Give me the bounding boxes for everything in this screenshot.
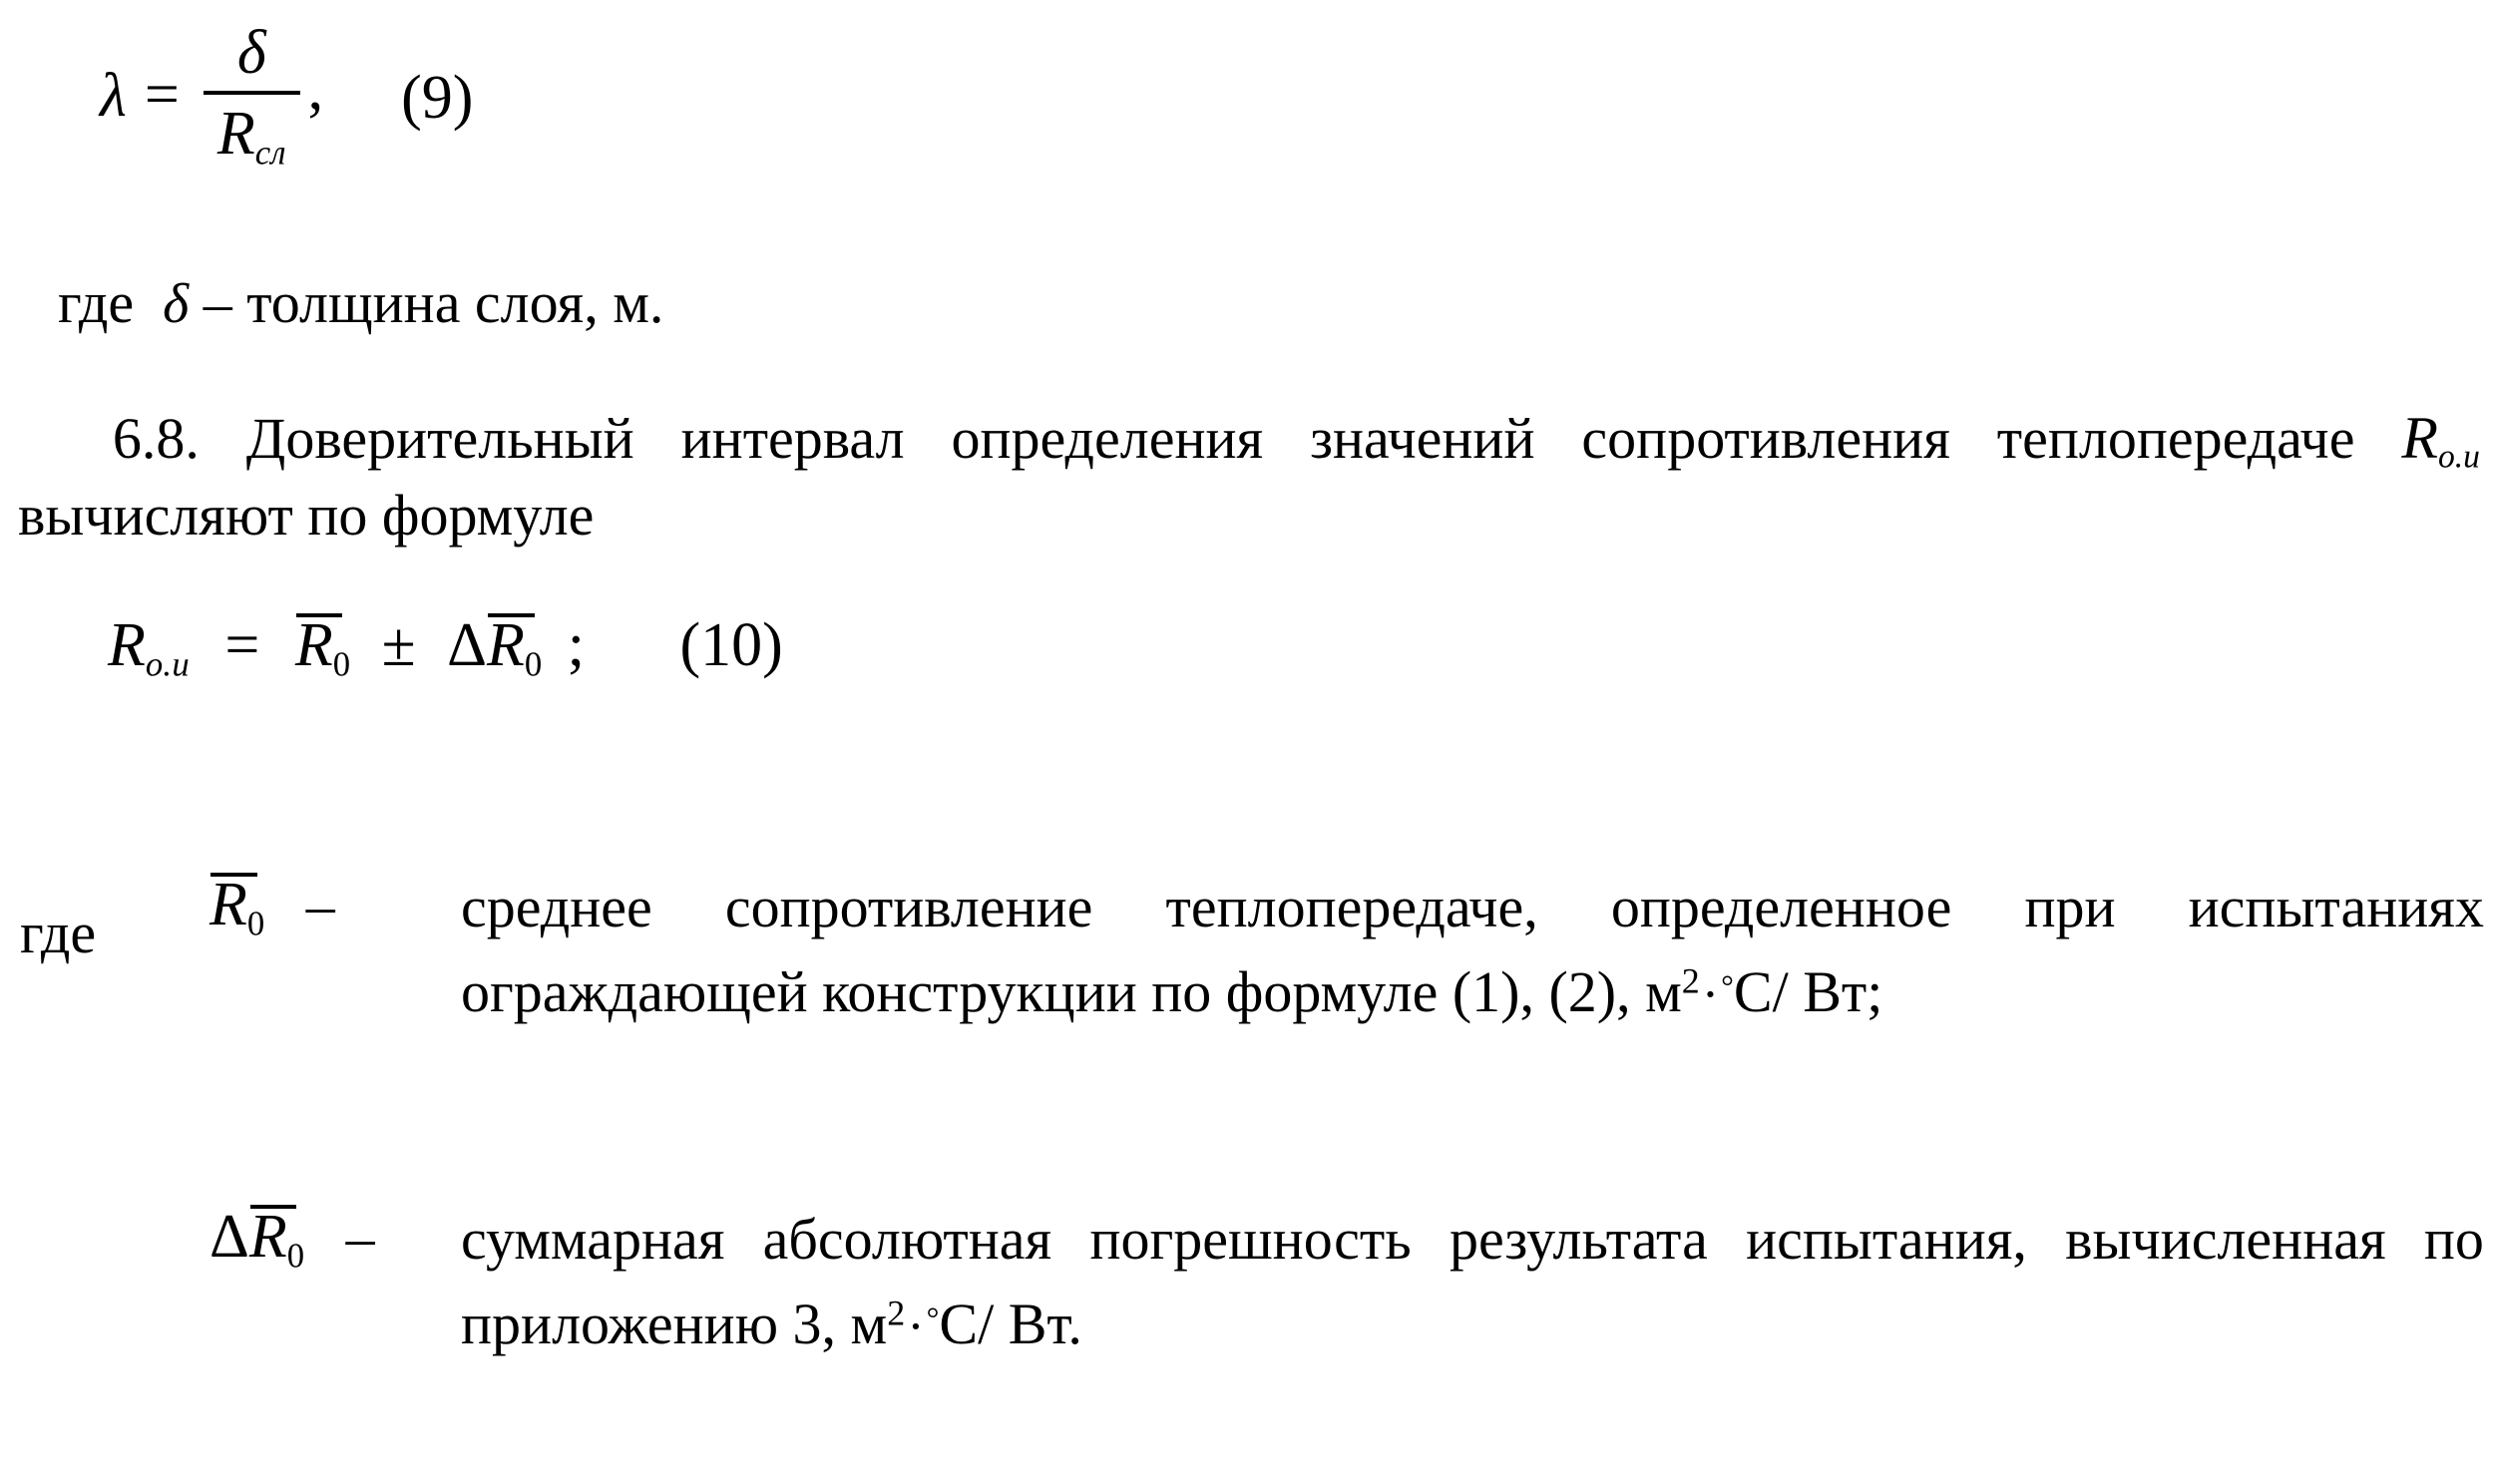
clause-word-5: теплопередаче — [1996, 406, 2355, 471]
formula-10-delta: Δ — [447, 611, 487, 679]
definition-word-5: вычисленная — [2065, 1207, 2386, 1272]
definition-line-2: приложению 3, м2·°С/ Вт. — [461, 1287, 2484, 1361]
clause-6-8-line-1: 6.8. Доверительный интервал определения … — [18, 405, 2480, 476]
formula-9-equals: = — [144, 61, 180, 130]
where-delta-symbol: δ — [163, 273, 190, 335]
formula-9-denominator: Rсл — [216, 100, 286, 173]
definition-symbol-subscript: 0 — [246, 904, 265, 943]
definition-line-2-text: ограждающей конструкции по формуле (1), … — [461, 959, 1682, 1025]
definition-body: суммарная абсолютная погрешность результ… — [461, 1202, 2484, 1362]
definition-unit: 2·°С/ Вт. — [887, 1292, 1082, 1356]
formula-10-plus-minus: ± — [381, 611, 416, 679]
formula-10-mean-subscript: 0 — [332, 644, 351, 684]
definition-word-6: по — [2423, 1207, 2484, 1272]
clause-symbol-subscript: о.и — [2438, 438, 2480, 476]
unit-degree-sign: ° — [1721, 968, 1734, 1004]
clause-word-1: интервал — [680, 406, 905, 471]
unit-watt: Вт; — [1803, 959, 1883, 1025]
definition-unit: 2·°С/ Вт; — [1682, 959, 1883, 1024]
definition-word-3: определенное — [1610, 875, 1952, 939]
definition-symbol-subscript: 0 — [286, 1236, 305, 1276]
definition-word-1: абсолютная — [762, 1207, 1052, 1272]
formula-10-lhs: Rо.и — [108, 611, 190, 684]
clause-symbol-R: Rо.и — [2401, 405, 2480, 476]
formula-10: Rо.и = R0 ± Δ R0 ; (10) — [108, 610, 783, 682]
formula-10-equals: = — [224, 611, 260, 679]
unit-dot: · — [907, 1298, 925, 1356]
definition-dash: – — [345, 1205, 375, 1270]
formula-10-lhs-subscript: о.и — [145, 644, 190, 684]
definition-line-1: суммарная абсолютная погрешность результ… — [461, 1202, 2484, 1277]
document-page: λ = δ Rсл , (9) где δ – толщина слоя, м.… — [0, 0, 2494, 1484]
clause-6-8-line-2: вычисляют по формуле — [18, 483, 595, 548]
unit-slash: / — [1772, 959, 1789, 1025]
overbar — [488, 613, 535, 618]
definition-word-5: испытаниях — [2188, 875, 2484, 939]
unit-exponent: 2 — [887, 1293, 906, 1333]
where-delta-dash: – — [203, 270, 232, 335]
unit-watt: Вт. — [1008, 1292, 1082, 1357]
unit-dot: · — [1701, 965, 1720, 1024]
unit-slash: / — [978, 1292, 995, 1357]
definition-lead-label: где — [20, 901, 97, 965]
formula-9-numerator: δ — [236, 19, 266, 87]
definition-body: среднее сопротивление теплопередаче, опр… — [461, 870, 2484, 1030]
overbar — [295, 613, 343, 618]
formula-10-number: (10) — [679, 611, 783, 679]
definition-word-1: сопротивление — [724, 875, 1093, 939]
formula-9-denominator-subscript: сл — [254, 133, 286, 173]
definition-mean-resistance: где R0 – среднее сопротивление теплопере… — [20, 870, 2484, 1030]
unit-celsius: С — [1733, 959, 1773, 1025]
formula-10-delta-subscript: 0 — [524, 644, 543, 684]
definition-line-2: ограждающей конструкции по формуле (1), … — [461, 954, 2484, 1029]
definition-line-2-text: приложению 3, м — [461, 1292, 888, 1357]
definition-word-2: погрешность — [1089, 1207, 1412, 1272]
formula-10-semicolon: ; — [567, 611, 585, 679]
where-delta-prefix: где — [58, 270, 135, 335]
clause-word-4: сопротивления — [1581, 406, 1950, 471]
formula-10-delta-R: R0 — [486, 611, 543, 684]
formula-9-comma: , — [307, 55, 324, 123]
clause-word-3: значений — [1310, 406, 1535, 471]
formula-9-number: (9) — [401, 64, 474, 133]
definition-symbol-delta-R: Δ R0 – — [209, 1203, 375, 1276]
definition-word-0: среднее — [461, 875, 652, 939]
definition-word-2: теплопередаче, — [1165, 875, 1538, 939]
clause-number: 6.8. — [112, 406, 200, 471]
definition-lead-label-empty — [20, 1202, 209, 1232]
definition-dash: – — [305, 873, 335, 937]
definition-word-3: результата — [1449, 1207, 1708, 1272]
overbar — [249, 1205, 297, 1210]
definition-symbol-delta: Δ — [209, 1203, 249, 1271]
formula-9: λ = δ Rсл , (9) — [100, 18, 473, 173]
unit-exponent: 2 — [1681, 960, 1700, 1001]
definition-total-error: Δ R0 – суммарная абсолютная погрешность р… — [20, 1202, 2484, 1362]
definition-line-1: среднее сопротивление теплопередаче, опр… — [461, 870, 2484, 944]
formula-9-lambda: λ — [100, 61, 127, 130]
clause-word-2: определения — [951, 406, 1264, 471]
formula-9-fraction: δ Rсл — [203, 18, 300, 173]
where-delta-description: толщина слоя, м. — [246, 270, 664, 335]
definition-word-0: суммарная — [461, 1207, 725, 1272]
clause-6-8: 6.8. Доверительный интервал определения … — [18, 405, 2480, 549]
definition-symbol-mean-R: R0 – — [209, 871, 335, 943]
definition-word-4: испытания, — [1746, 1207, 2027, 1272]
definition-word-4: при — [2024, 875, 2116, 939]
clause-word-0: Доверительный — [245, 406, 634, 471]
overbar — [210, 873, 257, 878]
unit-celsius: С — [939, 1292, 979, 1357]
unit-degree-sign: ° — [926, 1300, 940, 1336]
where-delta-line: где δ – толщина слоя, м. — [58, 270, 664, 336]
formula-10-mean-R: R0 — [294, 611, 351, 684]
